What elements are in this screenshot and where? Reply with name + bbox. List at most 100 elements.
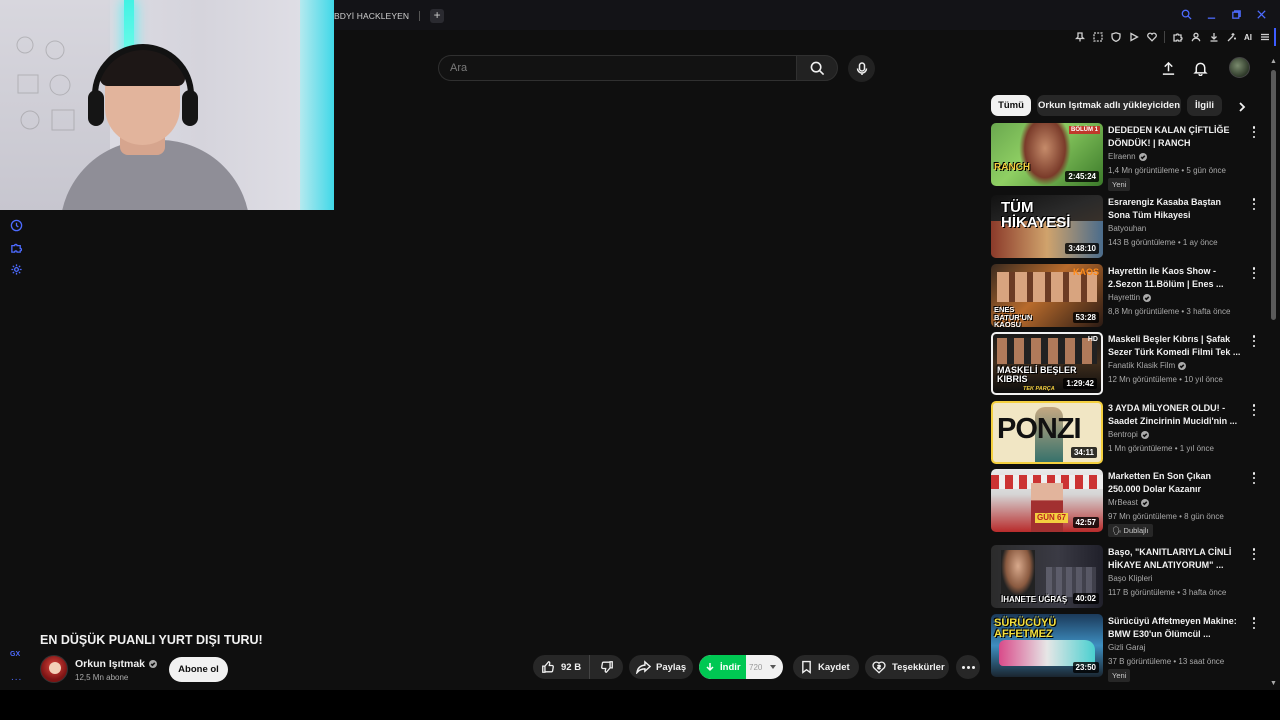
search-button[interactable]: [796, 55, 838, 81]
ai-icon[interactable]: [1226, 32, 1237, 43]
active-tab-title[interactable]: BDYİ HACKLEYEN: [334, 11, 409, 21]
save-button[interactable]: Kaydet: [793, 655, 859, 679]
video-thumbnail[interactable]: PONZI 34:11: [991, 401, 1103, 464]
scroll-down-arrow[interactable]: ▼: [1270, 680, 1277, 687]
thanks-button[interactable]: Teşekkürler: [865, 655, 949, 679]
ai-label[interactable]: AI: [1244, 32, 1252, 43]
pin-icon[interactable]: [1074, 32, 1085, 43]
video-thumbnail[interactable]: İHANETE UĞRAŞ 40:02: [991, 545, 1103, 608]
recommendation-item[interactable]: SÜRÜCÜYÜ AFFETMEZ 23:50 Sürücüyü Affetme…: [991, 614, 1261, 682]
snapshot-icon[interactable]: [1092, 32, 1103, 43]
video-thumbnail[interactable]: KAOS ENES BATUR'UN KAOSU 53:28: [991, 264, 1103, 327]
video-title[interactable]: Başo, "KANITLARIYLA CİNLİ HİKAYE ANLATIY…: [1108, 546, 1244, 572]
restore-icon[interactable]: [1229, 7, 1243, 21]
video-title[interactable]: Esrarengiz Kasaba Baştan Sona Tüm Hikaye…: [1108, 196, 1244, 222]
upload-icon[interactable]: [1159, 59, 1177, 77]
subscribe-button[interactable]: Abone ol: [169, 657, 228, 682]
thumb-person: [1031, 483, 1063, 532]
minimize-icon[interactable]: [1204, 7, 1218, 21]
more-actions-icon[interactable]: [1251, 547, 1257, 561]
download-quality[interactable]: 720: [746, 663, 768, 672]
close-icon[interactable]: [1254, 7, 1268, 21]
video-title[interactable]: Sürücüyü Affetmeyen Makine: BMW E30'un Ö…: [1108, 615, 1244, 641]
dislike-button[interactable]: [590, 655, 623, 679]
video-thumbnail[interactable]: TÜM HİKAYESİ 3:48:10: [991, 195, 1103, 258]
profile-icon[interactable]: [1190, 32, 1201, 43]
video-title[interactable]: 3 AYDA MİLYONER OLDU! - Saadet Zincirini…: [1108, 402, 1244, 428]
browser-search-icon[interactable]: [1179, 7, 1193, 21]
video-title[interactable]: DEDEDEN KALAN ÇİFTLİĞE DÖNDÜK! | RANCH S…: [1108, 124, 1244, 151]
more-actions-icon[interactable]: [1251, 266, 1257, 280]
new-badge: Yeni: [1108, 178, 1131, 191]
voice-search-button[interactable]: [848, 55, 875, 82]
recommendation-item[interactable]: HD MASKELİ BEŞLER KIBRIS TEK PARÇA 1:29:…: [991, 332, 1261, 396]
chip-all[interactable]: Tümü: [991, 95, 1031, 116]
channel-label: Elraenn: [1108, 152, 1136, 161]
subscriber-count: 12,5 Mn abone: [75, 673, 129, 682]
more-actions-icon[interactable]: [1251, 403, 1257, 417]
channel-label: Başo Klipleri: [1108, 574, 1153, 583]
video-title[interactable]: Marketten En Son Çıkan 250.000 Dolar Kaz…: [1108, 470, 1244, 496]
history-icon[interactable]: [10, 219, 23, 232]
chip-related[interactable]: İlgili: [1187, 95, 1222, 116]
quality-dropdown-icon[interactable]: [770, 665, 776, 669]
channel-name[interactable]: Bentropi: [1108, 430, 1149, 439]
more-actions-button[interactable]: [956, 655, 980, 679]
like-button[interactable]: 92 B: [533, 655, 590, 679]
download-icon[interactable]: [1208, 32, 1219, 43]
wallet-icon[interactable]: [1110, 32, 1121, 43]
sidebar-more-button[interactable]: ...: [11, 672, 22, 683]
channel-name[interactable]: Başo Klipleri: [1108, 574, 1152, 583]
settings-icon[interactable]: [10, 263, 23, 276]
recommendation-item[interactable]: PONZI 34:11 3 AYDA MİLYONER OLDU! - Saad…: [991, 401, 1261, 465]
more-actions-icon[interactable]: [1251, 197, 1257, 211]
verified-check-icon: [1140, 430, 1149, 439]
gx-label[interactable]: GX: [10, 651, 20, 658]
thanks-label: Teşekkürler: [892, 661, 945, 673]
recommendation-item[interactable]: KAOS ENES BATUR'UN KAOSU 53:28 Hayrettin…: [991, 264, 1261, 328]
video-thumbnail[interactable]: HD MASKELİ BEŞLER KIBRIS TEK PARÇA 1:29:…: [991, 332, 1103, 395]
recommendation-item[interactable]: BÖLÜM 1 RANCH 2:45:24 DEDEDEN KALAN ÇİFT…: [991, 123, 1261, 191]
player-icon[interactable]: [1128, 32, 1139, 43]
search-input[interactable]: [450, 62, 796, 74]
channel-name[interactable]: Elraenn: [1108, 152, 1147, 161]
webcam-overlay: [0, 0, 334, 210]
download-button[interactable]: İndir: [699, 655, 746, 679]
channel-name-main[interactable]: Orkun Işıtmak: [75, 658, 158, 670]
video-thumbnail[interactable]: BÖLÜM 1 RANCH 2:45:24: [991, 123, 1103, 186]
more-actions-icon[interactable]: [1251, 334, 1257, 348]
download-arrow-icon: [706, 662, 714, 671]
channel-name[interactable]: Fanatik Klasik Film: [1108, 361, 1187, 370]
verified-check-icon: [1140, 498, 1149, 507]
scroll-thumb[interactable]: [1271, 70, 1276, 320]
video-title[interactable]: Hayrettin ile Kaos Show - 2.Sezon 11.Böl…: [1108, 265, 1244, 291]
channel-name[interactable]: MrBeast: [1108, 498, 1149, 507]
heart-icon[interactable]: [1146, 32, 1157, 43]
channel-avatar[interactable]: [40, 655, 68, 683]
new-tab-button[interactable]: +: [430, 9, 445, 23]
dubbed-label: Dublajlı: [1123, 526, 1149, 535]
notification-bell-icon[interactable]: [1191, 59, 1209, 77]
channel-name[interactable]: Gizli Garaj: [1108, 643, 1145, 652]
chevron-right-icon[interactable]: [1235, 100, 1249, 114]
extensions-icon[interactable]: [1172, 32, 1183, 43]
scroll-up-arrow[interactable]: ▲: [1270, 58, 1277, 65]
more-actions-icon[interactable]: [1251, 125, 1257, 139]
extensions-sidebar-icon[interactable]: [10, 241, 23, 254]
channel-name[interactable]: Hayrettin: [1108, 293, 1152, 302]
recommendation-item[interactable]: İHANETE UĞRAŞ 40:02 Başo, "KANITLARIYLA …: [991, 545, 1261, 609]
recommendation-item[interactable]: TÜM HİKAYESİ 3:48:10 Esrarengiz Kasaba B…: [991, 195, 1261, 259]
channel-name[interactable]: Batyouhan: [1108, 224, 1146, 233]
video-thumbnail[interactable]: GÜN 67 42:57: [991, 469, 1103, 532]
video-title[interactable]: Maskeli Beşler Kıbrıs | Şafak Sezer Türk…: [1108, 333, 1244, 359]
share-button[interactable]: Paylaş: [629, 655, 693, 679]
tab-separator: [419, 11, 421, 21]
thumb-text: İHANETE UĞRAŞ: [1001, 595, 1068, 604]
video-thumbnail[interactable]: SÜRÜCÜYÜ AFFETMEZ 23:50: [991, 614, 1103, 677]
recommendation-item[interactable]: GÜN 67 42:57 Marketten En Son Çıkan 250.…: [991, 469, 1261, 537]
more-actions-icon[interactable]: [1251, 471, 1257, 485]
menu-icon[interactable]: [1259, 32, 1270, 43]
chip-from-uploader[interactable]: Orkun Işıtmak adlı yükleyiciden: [1037, 95, 1181, 116]
more-actions-icon[interactable]: [1251, 616, 1257, 630]
account-avatar[interactable]: [1229, 57, 1250, 78]
